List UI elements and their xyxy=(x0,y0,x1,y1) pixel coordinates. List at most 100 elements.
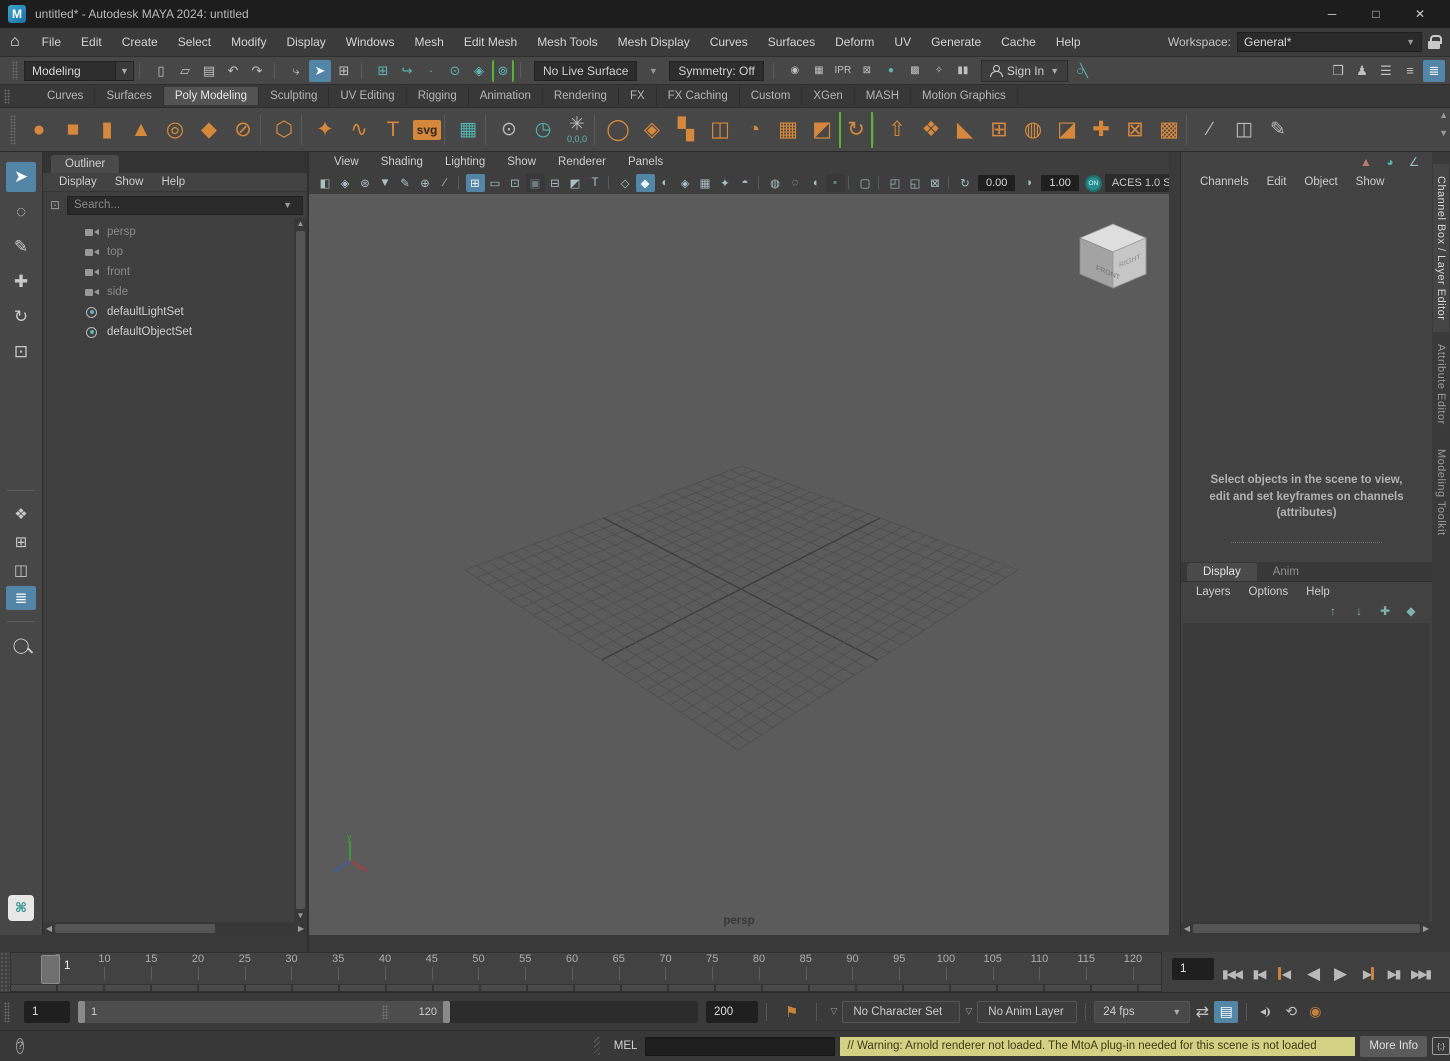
new-layer-selected-icon[interactable]: ◆ xyxy=(1403,603,1419,619)
home-icon[interactable]: ⌂ xyxy=(10,33,20,51)
select-camera-icon[interactable]: ◧ xyxy=(316,174,335,192)
viewport-menu-item[interactable]: Lighting xyxy=(434,156,496,168)
paint-select-tool[interactable]: ✎ xyxy=(6,232,36,262)
layer-menu-item[interactable]: Options xyxy=(1240,586,1298,598)
menu-item[interactable]: Mesh xyxy=(404,35,453,49)
maximize-button[interactable]: □ xyxy=(1354,0,1398,28)
helix-icon[interactable]: ∿ xyxy=(342,112,376,148)
animation-start-field[interactable]: 1 xyxy=(24,1001,70,1023)
drag-grip[interactable] xyxy=(12,61,18,80)
render-settings-icon[interactable]: ⊠ xyxy=(856,60,878,82)
curve-pencil-icon[interactable]: ✎ xyxy=(1261,112,1295,148)
close-button[interactable]: ✕ xyxy=(1398,0,1442,28)
separator[interactable] xyxy=(444,115,451,145)
outliner-item[interactable]: top xyxy=(43,242,294,262)
rotate-tool[interactable]: ↻ xyxy=(6,302,36,332)
shelf-tab[interactable]: FX xyxy=(619,87,657,105)
poly-cube-icon[interactable]: ■ xyxy=(56,112,90,148)
scroll-right-icon[interactable]: ▶ xyxy=(295,924,307,933)
wireframe-icon[interactable]: ◇ xyxy=(616,174,635,192)
channel-box-menu-item[interactable]: Show xyxy=(1347,176,1394,188)
menu-item[interactable]: Mesh Tools xyxy=(527,35,607,49)
redo-icon[interactable]: ↷ xyxy=(246,60,268,82)
live-surface-field[interactable]: No Live Surface xyxy=(534,61,637,81)
gate-mask-icon[interactable]: ▣ xyxy=(526,174,545,192)
color-management-toggle[interactable]: ON xyxy=(1085,175,1102,192)
layer-menu-item[interactable]: Layers xyxy=(1187,586,1240,598)
bevel-icon[interactable]: ◣ xyxy=(948,112,982,148)
multisample-icon[interactable]: ▪ xyxy=(826,174,845,192)
shelf-tab[interactable]: Motion Graphics xyxy=(911,87,1018,105)
layer-list[interactable] xyxy=(1183,623,1430,922)
play-forwards-button[interactable]: ▶ xyxy=(1326,960,1353,987)
exposure-field[interactable]: 0.00 xyxy=(978,175,1015,191)
drag-grip[interactable] xyxy=(0,952,10,992)
poly-plane-icon[interactable]: ◆ xyxy=(192,112,226,148)
viewport-menu-item[interactable]: Show xyxy=(496,156,547,168)
separator[interactable] xyxy=(848,176,852,190)
sign-in-button[interactable]: Sign In ▼ xyxy=(981,60,1068,82)
separator[interactable] xyxy=(485,115,492,145)
menu-item[interactable]: Curves xyxy=(700,35,758,49)
undo-icon[interactable]: ↶ xyxy=(222,60,244,82)
type-tool-icon[interactable]: T xyxy=(376,112,410,148)
draw-tool-icon[interactable]: ∕ xyxy=(436,174,455,192)
svg-tool-icon[interactable]: svg xyxy=(410,112,444,148)
grid-toggle-icon[interactable]: ⊞ xyxy=(466,174,485,192)
shelf-tab[interactable]: Curves xyxy=(36,87,95,105)
snap-curve-icon[interactable]: ↪ xyxy=(396,60,418,82)
layer-editor-tab[interactable]: Display xyxy=(1187,563,1257,581)
anti-alias-icon[interactable]: ◖ xyxy=(806,174,825,192)
drag-grip[interactable] xyxy=(594,1037,600,1055)
loop-playback-icon[interactable]: ⇄ xyxy=(1190,1001,1214,1023)
menu-item[interactable]: Edit xyxy=(71,35,112,49)
film-gate-icon[interactable]: ▭ xyxy=(486,174,505,192)
playback-options-icon[interactable]: ▤ xyxy=(1214,1001,1238,1023)
move-layer-up-icon[interactable]: ↑ xyxy=(1325,603,1341,619)
create-bookmark-icon[interactable]: ⚑ xyxy=(785,1003,798,1021)
move-tool[interactable]: ✚ xyxy=(6,267,36,297)
outliner-vertical-scrollbar[interactable]: ▲ ▼ xyxy=(294,218,307,922)
cached-playback-icon[interactable]: ⟲ xyxy=(1279,1001,1303,1023)
layer-menu-item[interactable]: Help xyxy=(1297,586,1339,598)
warning-message[interactable]: // Warning: Arnold renderer not loaded. … xyxy=(840,1037,1355,1056)
workspace-select[interactable]: General* ▼ xyxy=(1237,32,1422,52)
search-icon[interactable]: ○╲ xyxy=(1069,60,1091,82)
separator[interactable] xyxy=(361,63,366,79)
side-panel-tab[interactable]: Channel Box / Layer Editor xyxy=(1433,164,1449,332)
poly-torus-icon[interactable]: ◎ xyxy=(158,112,192,148)
range-end-handle[interactable] xyxy=(443,1001,450,1023)
chevron-down-icon[interactable]: ▽ xyxy=(830,1006,837,1017)
playhead[interactable] xyxy=(41,955,60,984)
multi-cut-icon[interactable]: ❖ xyxy=(914,112,948,148)
light-editor-icon[interactable]: ✧ xyxy=(928,60,950,82)
viewport-menu-item[interactable]: View xyxy=(323,156,370,168)
grease-pencil-icon[interactable]: ✎ xyxy=(396,174,415,192)
separator[interactable] xyxy=(873,115,880,145)
nurbs-circle-icon[interactable]: ◯ xyxy=(601,112,635,148)
range-grip[interactable] xyxy=(382,1005,388,1019)
layer-horizontal-scrollbar[interactable]: ◀ ▶ xyxy=(1181,922,1432,935)
joint-tool-icon[interactable]: ⊙ xyxy=(492,112,526,148)
drag-grip[interactable] xyxy=(4,1002,10,1022)
motion-blur-icon[interactable]: ◌ xyxy=(786,174,805,192)
layout-two-pane-icon[interactable]: ◫ xyxy=(6,558,36,582)
wireframe-on-shaded-icon[interactable]: ▦ xyxy=(696,174,715,192)
select-hierarchy-icon[interactable]: ⤷ xyxy=(285,60,307,82)
side-panel-tab[interactable]: Modeling Toolkit xyxy=(1433,437,1449,548)
set-key-icon[interactable]: ◷ xyxy=(526,112,560,148)
lights-icon[interactable]: ✦ xyxy=(716,174,735,192)
separator[interactable] xyxy=(260,115,267,145)
menu-item[interactable]: Modify xyxy=(221,35,276,49)
workspace-lock-icon[interactable] xyxy=(1428,35,1440,49)
range-start-handle[interactable] xyxy=(78,1001,85,1023)
separate-icon[interactable]: ▚ xyxy=(669,112,703,148)
scale-tool[interactable]: ⊡ xyxy=(6,337,36,367)
tool-settings-icon[interactable]: ≡ xyxy=(1399,60,1421,82)
view-cube[interactable]: FRONT RIGHT xyxy=(1078,222,1148,294)
shadows-icon[interactable]: ◓ xyxy=(736,174,755,192)
separator[interactable] xyxy=(274,63,279,79)
menu-item[interactable]: Generate xyxy=(921,35,991,49)
add-divisions-icon[interactable]: ⊞ xyxy=(982,112,1016,148)
menu-item[interactable]: Surfaces xyxy=(758,35,825,49)
